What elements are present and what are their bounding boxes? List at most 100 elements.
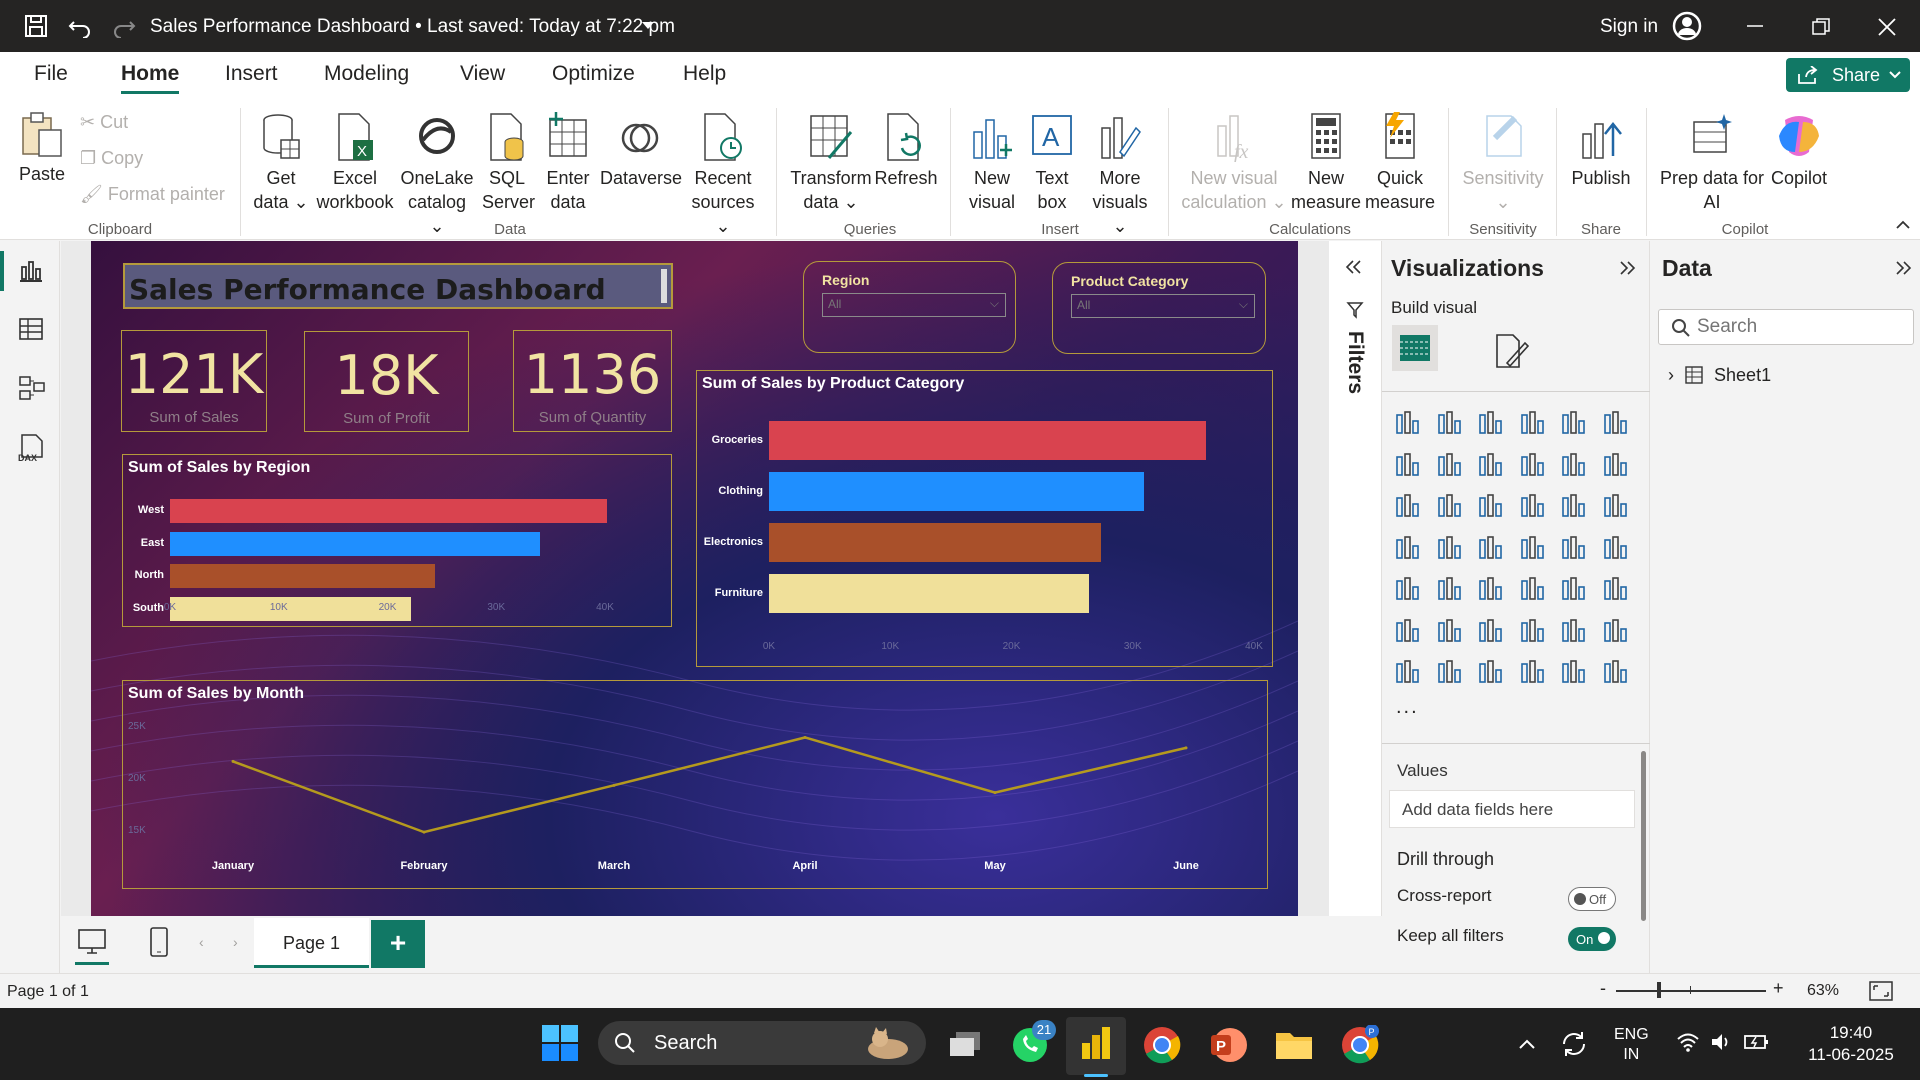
save-icon[interactable]: [24, 14, 48, 38]
table-view-icon[interactable]: [18, 317, 44, 341]
get-data-button[interactable]: Get data ⌄: [252, 112, 310, 214]
collapse-left-icon[interactable]: [1345, 259, 1363, 275]
visual-type-icon[interactable]: [1519, 451, 1547, 479]
visual-type-icon[interactable]: [1477, 534, 1505, 562]
chevron-down-icon[interactable]: [640, 20, 656, 32]
menu-home[interactable]: Home: [121, 62, 179, 86]
visual-type-icon[interactable]: [1394, 492, 1422, 520]
new-visual-calculation-button[interactable]: fx New visual calculation ⌄: [1180, 112, 1288, 214]
sales-by-region-chart[interactable]: Sum of Sales by Region West East North Sout…: [122, 454, 672, 627]
data-search[interactable]: [1658, 309, 1914, 345]
visual-type-icon[interactable]: [1394, 534, 1422, 562]
collapse-ribbon-icon[interactable]: [1896, 220, 1910, 230]
build-visual-tab[interactable]: [1392, 325, 1438, 371]
visual-type-icon[interactable]: [1560, 451, 1588, 479]
refresh-button[interactable]: Refresh: [874, 112, 938, 190]
kpi-card-profit[interactable]: 18K Sum of Profit: [304, 331, 469, 432]
filters-pane[interactable]: Filters: [1329, 241, 1382, 916]
visual-type-icon[interactable]: [1477, 575, 1505, 603]
visual-type-icon[interactable]: [1477, 451, 1505, 479]
prev-page-icon[interactable]: ‹: [199, 934, 204, 950]
format-painter-button[interactable]: 🖌 Format painter: [80, 184, 225, 205]
visual-type-icon[interactable]: [1436, 492, 1464, 520]
visual-type-icon[interactable]: [1602, 617, 1630, 645]
values-drop-zone[interactable]: Add data fields here: [1389, 790, 1635, 828]
visual-type-icon[interactable]: [1519, 492, 1547, 520]
cut-button[interactable]: ✂ Cut: [80, 112, 128, 133]
visual-type-icon[interactable]: [1436, 409, 1464, 437]
account-icon[interactable]: [1672, 11, 1702, 41]
minimize-icon[interactable]: [1746, 20, 1764, 32]
new-measure-button[interactable]: New measure: [1290, 112, 1362, 214]
page-tab-page1[interactable]: Page 1: [254, 918, 369, 968]
fit-to-page-icon[interactable]: [1868, 980, 1894, 1002]
visual-type-icon[interactable]: [1519, 658, 1547, 686]
table-sheet1[interactable]: › Sheet1: [1668, 365, 1771, 386]
visual-type-icon[interactable]: [1436, 451, 1464, 479]
zoom-out-button[interactable]: -: [1600, 978, 1606, 999]
kpi-card-sales[interactable]: 121K Sum of Sales: [121, 330, 267, 432]
visual-type-icon[interactable]: [1477, 409, 1505, 437]
chrome-icon[interactable]: [1142, 1025, 1182, 1065]
visual-type-icon[interactable]: [1394, 658, 1422, 686]
visual-type-icon[interactable]: [1560, 492, 1588, 520]
menu-file[interactable]: File: [34, 62, 68, 86]
visual-type-icon[interactable]: [1602, 409, 1630, 437]
redo-icon[interactable]: [112, 14, 136, 38]
visual-type-icon[interactable]: [1560, 575, 1588, 603]
clock[interactable]: 19:40 11-06-2025: [1796, 1022, 1906, 1066]
kpi-card-quantity[interactable]: 1136 Sum of Quantity: [513, 330, 672, 432]
enter-data-button[interactable]: Enter data: [540, 112, 596, 214]
language-indicator[interactable]: ENG IN: [1614, 1025, 1649, 1065]
visual-type-icon[interactable]: [1477, 492, 1505, 520]
windows-start-icon[interactable]: [542, 1025, 578, 1061]
keep-all-filters-toggle[interactable]: On: [1568, 927, 1616, 951]
visual-type-icon[interactable]: [1519, 575, 1547, 603]
sales-by-month-chart[interactable]: Sum of Sales by Month 15K 20K 25K January Fe…: [122, 680, 1268, 889]
taskbar-search[interactable]: Search: [598, 1021, 926, 1065]
share-button[interactable]: Share: [1786, 58, 1910, 92]
visual-type-icon[interactable]: [1436, 658, 1464, 686]
visual-type-icon[interactable]: [1560, 409, 1588, 437]
prep-data-for-ai-button[interactable]: Prep data for AI: [1656, 112, 1768, 214]
sign-in-link[interactable]: Sign in: [1600, 16, 1658, 38]
chrome-profile-icon[interactable]: P: [1340, 1025, 1380, 1065]
menu-insert[interactable]: Insert: [225, 62, 278, 86]
cross-report-toggle[interactable]: Off: [1568, 887, 1616, 911]
menu-view[interactable]: View: [460, 62, 505, 86]
visual-type-icon[interactable]: [1602, 658, 1630, 686]
onelake-catalog-button[interactable]: OneLake catalog ⌄: [400, 112, 474, 238]
visual-type-icon[interactable]: [1519, 409, 1547, 437]
category-dropdown[interactable]: All ⌵: [1071, 294, 1255, 318]
visual-type-icon[interactable]: [1436, 575, 1464, 603]
visual-type-icon[interactable]: [1560, 658, 1588, 686]
file-explorer-icon[interactable]: [1274, 1025, 1314, 1065]
menu-help[interactable]: Help: [683, 62, 726, 86]
sales-by-category-chart[interactable]: Sum of Sales by Product Category Groceri…: [696, 370, 1273, 667]
visual-type-icon[interactable]: [1560, 534, 1588, 562]
region-dropdown[interactable]: All ⌵: [822, 293, 1006, 317]
visual-type-icon[interactable]: [1394, 451, 1422, 479]
visual-type-icon[interactable]: [1436, 617, 1464, 645]
powerpoint-icon[interactable]: P: [1208, 1025, 1248, 1065]
visual-type-icon[interactable]: [1602, 575, 1630, 603]
dax-query-view-icon[interactable]: DAX: [16, 433, 46, 463]
model-view-icon[interactable]: [18, 375, 46, 401]
transform-data-button[interactable]: Transform data ⌄: [790, 112, 872, 214]
sensitivity-button[interactable]: Sensitivity ⌄: [1458, 112, 1548, 214]
zoom-slider-thumb[interactable]: [1657, 982, 1661, 998]
visual-type-icon[interactable]: [1394, 617, 1422, 645]
sql-server-button[interactable]: SQL Server: [482, 112, 535, 214]
battery-icon[interactable]: [1744, 1032, 1770, 1052]
text-box-button[interactable]: A Text box: [1026, 112, 1078, 214]
dataverse-button[interactable]: Dataverse: [600, 112, 682, 190]
add-page-button[interactable]: +: [371, 920, 425, 968]
visual-type-icon[interactable]: [1394, 409, 1422, 437]
search-input[interactable]: [1697, 316, 1897, 338]
power-bi-icon[interactable]: [1080, 1025, 1112, 1061]
expand-right-icon[interactable]: [1895, 260, 1913, 276]
visual-type-icon[interactable]: [1519, 534, 1547, 562]
sync-icon[interactable]: [1560, 1030, 1588, 1058]
zoom-in-button[interactable]: +: [1773, 978, 1784, 999]
excel-workbook-button[interactable]: X Excel workbook: [313, 112, 397, 214]
